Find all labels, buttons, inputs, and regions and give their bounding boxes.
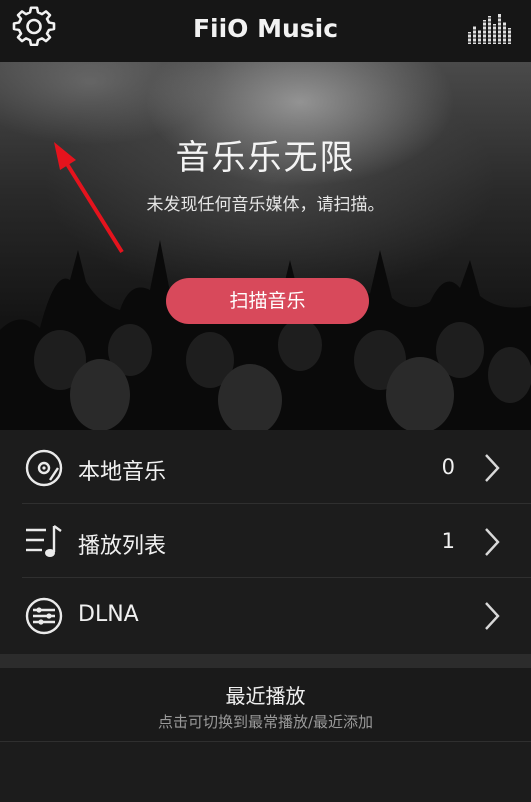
top-bar: FiiO Music (0, 0, 531, 62)
hero-title: 音乐乐无限 (175, 138, 356, 178)
menu-item-local-music[interactable]: 本地音乐 0 (22, 430, 531, 504)
equalizer-icon[interactable] (467, 12, 515, 44)
menu-item-label: DLNA (78, 602, 139, 627)
section-divider (0, 654, 531, 668)
chevron-right-icon (485, 602, 500, 630)
chevron-right-icon (485, 528, 500, 556)
hero-subtitle: 未发现任何音乐媒体，请扫描。 (146, 195, 385, 215)
menu-item-dlna[interactable]: DLNA (22, 578, 531, 652)
menu-item-playlist[interactable]: 播放列表 1 (22, 504, 531, 578)
playlist-icon (26, 525, 62, 557)
app-title: FiiO Music (192, 14, 339, 43)
recent-play-toggle[interactable]: 最近播放 点击可切换到最常播放/最近添加 (0, 668, 531, 742)
recent-subtitle: 点击可切换到最常播放/最近添加 (157, 713, 374, 731)
menu-item-count: 1 (441, 529, 455, 553)
menu-item-label: 播放列表 (78, 534, 167, 559)
scan-music-button[interactable]: 扫描音乐 (166, 278, 369, 324)
dlna-icon (25, 597, 63, 635)
recent-title: 最近播放 (225, 684, 306, 708)
vinyl-disc-icon (25, 449, 63, 487)
library-menu: 本地音乐 0 播放列表 1 DLNA (0, 430, 531, 652)
hero-banner: 音乐乐无限 未发现任何音乐媒体，请扫描。 扫描音乐 (0, 62, 531, 430)
menu-item-count: 0 (441, 455, 455, 479)
menu-item-label: 本地音乐 (78, 460, 167, 485)
recent-list-area (0, 742, 531, 802)
chevron-right-icon (485, 454, 500, 482)
